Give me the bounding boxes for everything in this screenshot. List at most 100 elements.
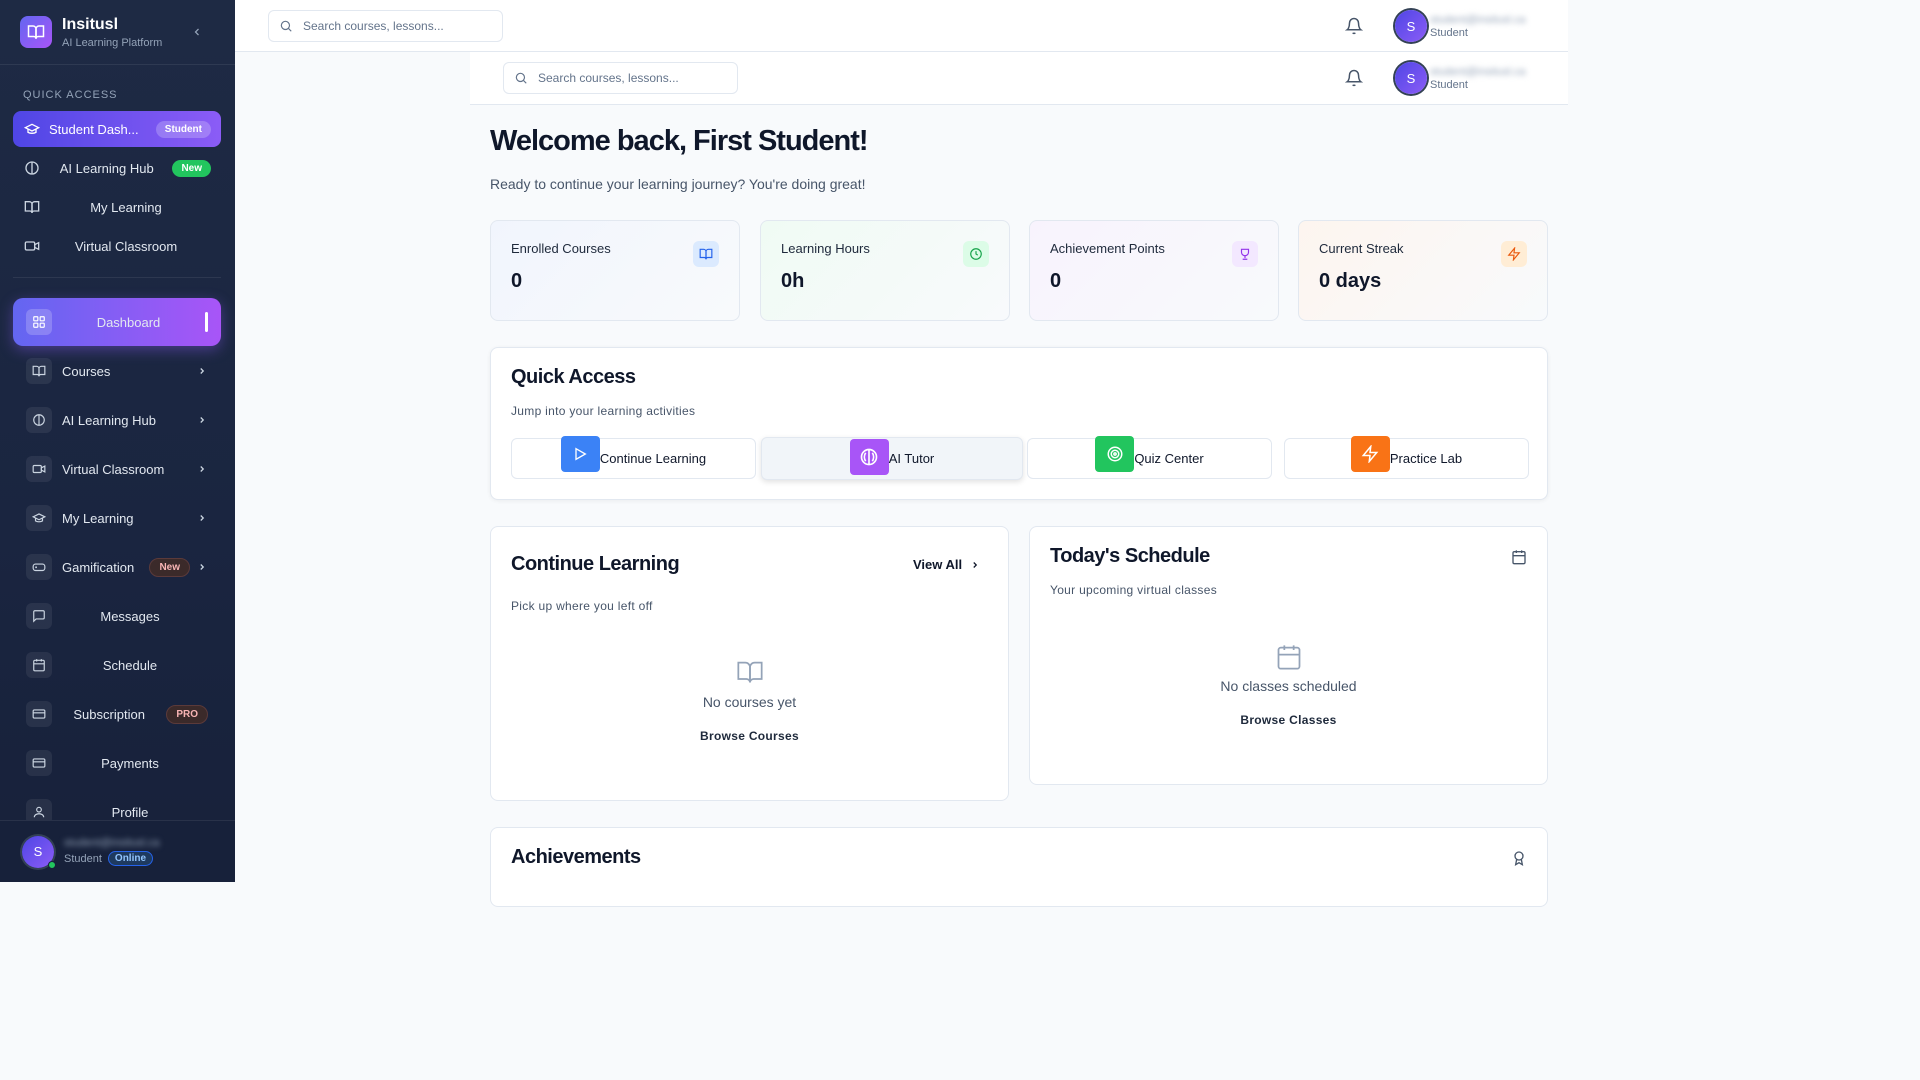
header-user[interactable]: S student@insitusl.ca Student bbox=[1395, 62, 1526, 94]
stat-value: 0 bbox=[1050, 270, 1062, 292]
quick-access-student-dashboard[interactable]: Student Dash... Student bbox=[13, 111, 221, 147]
card-title: Continue Learning bbox=[511, 553, 680, 575]
brand-subtitle: AI Learning Platform bbox=[62, 36, 163, 49]
sidebar-item-subscription[interactable]: Subscription PRO bbox=[13, 692, 221, 736]
sidebar-item-payments[interactable]: Payments bbox=[13, 741, 221, 785]
chevron-left-icon[interactable] bbox=[189, 24, 205, 40]
card-subtitle: Pick up where you left off bbox=[511, 599, 653, 613]
graduation-cap-icon bbox=[23, 120, 41, 138]
search-icon bbox=[279, 19, 293, 33]
stat-value: 0 days bbox=[1319, 270, 1382, 292]
button-label: AI Tutor bbox=[888, 451, 935, 466]
sidebar-user[interactable]: S student@insitusl.ca Student Online bbox=[0, 820, 235, 882]
search-bar[interactable]: Search courses, lessons... bbox=[503, 62, 738, 94]
search-input[interactable]: Search courses, lessons... bbox=[303, 19, 444, 33]
sidebar-item-label: AI Learning Hub bbox=[62, 412, 156, 428]
user-role: Student bbox=[64, 852, 102, 865]
quick-access-label-text: Student Dash... bbox=[49, 121, 139, 137]
calendar-icon bbox=[26, 652, 52, 678]
brain-icon bbox=[849, 438, 889, 475]
sidebar-item-virtual-classroom[interactable]: Virtual Classroom bbox=[13, 447, 221, 491]
credit-card-icon bbox=[26, 701, 52, 727]
card-subtitle: Your upcoming virtual classes bbox=[1050, 583, 1218, 597]
quick-access-label-text: Virtual Classroom bbox=[74, 238, 178, 254]
practice-lab-button[interactable]: Practice Lab bbox=[1284, 435, 1529, 479]
active-indicator bbox=[205, 312, 208, 332]
target-icon bbox=[1095, 435, 1135, 472]
quick-access-label: QUICK ACCESS bbox=[23, 89, 118, 101]
avatar: S bbox=[22, 835, 56, 869]
quick-access-virtual-classroom[interactable]: Virtual Classroom bbox=[13, 228, 221, 264]
sidebar-item-ai-learning-hub[interactable]: AI Learning Hub bbox=[13, 398, 221, 442]
brain-icon bbox=[26, 407, 52, 433]
card-title: Today's Schedule bbox=[1050, 545, 1210, 567]
chevron-right-icon bbox=[196, 463, 208, 475]
chevron-right-icon bbox=[196, 365, 208, 377]
sidebar-item-my-learning[interactable]: My Learning bbox=[13, 496, 221, 540]
zap-icon bbox=[1350, 435, 1390, 472]
user-role: Student bbox=[1430, 26, 1468, 39]
sidebar-item-label: Gamification bbox=[62, 559, 135, 575]
sidebar-item-gamification[interactable]: Gamification New bbox=[13, 545, 221, 589]
card-title: Achievements bbox=[511, 846, 641, 868]
student-badge: Student bbox=[155, 120, 211, 138]
continue-learning-button[interactable]: Continue Learning bbox=[511, 435, 756, 479]
clock-icon bbox=[963, 241, 989, 267]
sidebar-item-courses[interactable]: Courses bbox=[13, 349, 221, 393]
bell-icon[interactable] bbox=[1344, 17, 1364, 35]
search-input[interactable]: Search courses, lessons... bbox=[538, 71, 679, 85]
quick-access-card: Quick Access Jump into your learning act… bbox=[490, 347, 1548, 500]
browse-classes-button[interactable]: Browse Classes bbox=[1030, 713, 1547, 727]
user-email: student@insitusl.ca bbox=[1430, 13, 1526, 26]
search-bar[interactable]: Search courses, lessons... bbox=[268, 10, 503, 42]
ai-tutor-button[interactable]: AI Tutor bbox=[761, 437, 1023, 480]
continue-learning-card: Continue Learning View All Pick up where… bbox=[490, 526, 1009, 801]
stat-learning-hours: Learning Hours 0h bbox=[760, 220, 1010, 321]
sidebar-item-schedule[interactable]: Schedule bbox=[13, 643, 221, 687]
brand-name: Insitusl bbox=[62, 15, 119, 33]
quick-access-ai-learning-hub[interactable]: AI Learning Hub New bbox=[13, 150, 221, 186]
stat-label: Enrolled Courses bbox=[511, 241, 611, 256]
quick-access-label-text: My Learning bbox=[90, 199, 162, 215]
user-email: student@insitusl.ca bbox=[64, 837, 160, 849]
sidebar-item-label: Dashboard bbox=[96, 314, 161, 330]
quiz-center-button[interactable]: Quiz Center bbox=[1027, 435, 1272, 479]
user-email: student@insitusl.ca bbox=[1430, 65, 1526, 78]
chevron-right-icon bbox=[196, 414, 208, 426]
grid-icon bbox=[26, 309, 52, 335]
quick-access-label-text: AI Learning Hub bbox=[59, 160, 154, 176]
achievements-card: Achievements bbox=[490, 827, 1548, 907]
stat-achievement-points: Achievement Points 0 bbox=[1029, 220, 1279, 321]
brand: Insitusl AI Learning Platform bbox=[0, 0, 235, 65]
book-open-icon bbox=[20, 16, 52, 48]
sidebar-item-label: Subscription bbox=[73, 706, 145, 722]
quick-access-my-learning[interactable]: My Learning bbox=[13, 189, 221, 225]
sidebar-item-label: Messages bbox=[100, 608, 160, 624]
header-user[interactable]: S student@insitusl.ca Student bbox=[1395, 10, 1526, 42]
main-content: Welcome back, First Student! Ready to co… bbox=[470, 105, 1568, 907]
sidebar-item-label: Courses bbox=[62, 363, 111, 379]
book-open-icon bbox=[23, 198, 41, 216]
browse-courses-button[interactable]: Browse Courses bbox=[491, 729, 1008, 743]
gamepad-icon bbox=[26, 554, 52, 580]
new-badge: New bbox=[149, 557, 190, 577]
stat-enrolled-courses: Enrolled Courses 0 bbox=[490, 220, 740, 321]
sidebar-divider bbox=[13, 277, 221, 278]
sidebar-item-messages[interactable]: Messages bbox=[13, 594, 221, 638]
new-badge: New bbox=[172, 159, 211, 177]
chevron-right-icon bbox=[973, 561, 978, 568]
calendar-icon bbox=[1511, 549, 1527, 570]
sidebar-item-label: My Learning bbox=[62, 510, 134, 526]
avatar-initial: S bbox=[1406, 70, 1416, 86]
avatar-initial: S bbox=[33, 844, 43, 859]
stat-label: Learning Hours bbox=[781, 241, 870, 256]
button-label: Quiz Center bbox=[1134, 451, 1204, 466]
stat-value: 0h bbox=[781, 270, 805, 292]
sidebar-item-dashboard[interactable]: Dashboard bbox=[13, 298, 221, 346]
empty-state-text: No classes scheduled bbox=[1220, 678, 1357, 694]
page-subtitle: Ready to continue your learning journey?… bbox=[490, 176, 866, 192]
user-role: Student bbox=[1430, 78, 1468, 91]
bell-icon[interactable] bbox=[1344, 69, 1364, 87]
view-all-link[interactable]: View All bbox=[913, 557, 980, 572]
empty-state-text: No courses yet bbox=[702, 694, 797, 710]
